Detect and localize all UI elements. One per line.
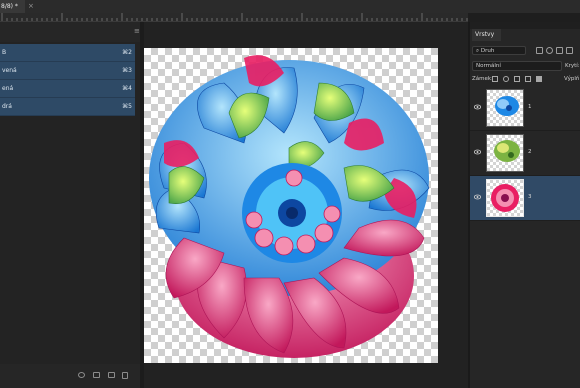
channel-shortcut: ⌘4 <box>122 85 132 92</box>
lock-label: Zámek: <box>472 76 493 82</box>
channels-panel-footer <box>0 364 140 388</box>
blend-mode-value: Normální <box>476 63 501 69</box>
document-canvas[interactable] <box>144 48 438 363</box>
channel-name: vená <box>2 67 17 74</box>
layer-name[interactable]: 3 <box>528 192 532 202</box>
trash-icon[interactable] <box>122 372 128 379</box>
channel-name: drá <box>2 103 12 110</box>
panel-top-bar <box>470 22 580 29</box>
save-selection-icon[interactable] <box>93 372 100 378</box>
search-icon: ⌕ <box>476 48 480 54</box>
dahlia-flower-image <box>149 55 430 358</box>
eye-icon[interactable] <box>474 149 481 155</box>
channel-name: ená <box>2 85 14 92</box>
channel-row[interactable]: B ⌘2 <box>0 44 135 62</box>
document-tab-bar: 8/8) * × <box>0 0 580 13</box>
lock-artboard-icon[interactable] <box>525 76 531 82</box>
channel-row[interactable]: ená ⌘4 <box>0 80 135 98</box>
layer-row[interactable]: 1 <box>470 86 580 131</box>
layer-row-selected[interactable]: 3 <box>470 176 580 221</box>
opacity-label: Krytí: <box>565 63 580 69</box>
new-channel-icon[interactable] <box>108 372 115 378</box>
layers-panel: Vrstvy ⌕ Druh Normální Krytí: Zámek: Výp… <box>470 22 580 388</box>
lock-transparent-icon[interactable] <box>492 76 498 82</box>
load-selection-icon[interactable] <box>78 372 85 378</box>
channel-shortcut: ⌘3 <box>122 67 132 74</box>
fill-label: Výplň: <box>564 76 580 82</box>
lock-image-icon[interactable] <box>503 76 509 82</box>
tab-layers[interactable]: Vrstvy <box>472 29 501 41</box>
layer-thumbnail[interactable] <box>486 134 524 172</box>
filter-type-icon[interactable] <box>556 47 563 54</box>
eye-icon[interactable] <box>474 104 481 110</box>
layer-name[interactable]: 2 <box>528 147 532 157</box>
lock-all-icon[interactable] <box>536 76 542 82</box>
layer-row[interactable]: 2 <box>470 131 580 176</box>
channel-row[interactable]: drá ⌘5 <box>0 98 135 116</box>
channel-row[interactable]: vená ⌘3 <box>0 62 135 80</box>
channel-shortcut: ⌘2 <box>122 49 132 56</box>
channel-shortcut: ⌘5 <box>122 103 132 110</box>
layer-thumbnail[interactable] <box>486 89 524 127</box>
document-tab[interactable]: 8/8) * <box>0 0 25 13</box>
horizontal-ruler[interactable] <box>0 13 468 22</box>
close-tab-icon[interactable]: × <box>28 0 34 13</box>
channels-panel: ≡ B ⌘2 vená ⌘3 ená ⌘4 drá ⌘5 <box>0 22 140 388</box>
lock-position-icon[interactable] <box>514 76 520 82</box>
eye-icon[interactable] <box>474 194 481 200</box>
channels-panel-header: ≡ <box>0 22 140 42</box>
channel-name: B <box>2 49 7 56</box>
filter-adjustment-icon[interactable] <box>546 47 553 54</box>
filter-value: Druh <box>480 48 495 54</box>
filter-pixel-icon[interactable] <box>536 47 543 54</box>
layer-name[interactable]: 1 <box>528 102 532 112</box>
filter-shape-icon[interactable] <box>566 47 573 54</box>
layer-kind-filter[interactable]: ⌕ Druh <box>472 46 526 55</box>
layer-thumbnail[interactable] <box>486 179 524 217</box>
blend-mode-select[interactable]: Normální <box>472 61 562 71</box>
